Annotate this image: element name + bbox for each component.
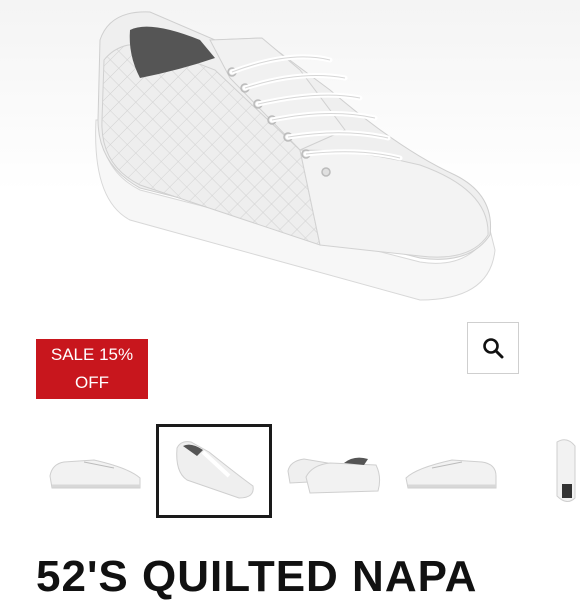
sneaker-thumbnail-image <box>556 439 576 502</box>
thumbnail-5[interactable] <box>552 424 580 518</box>
sneaker-thumbnail-image <box>49 459 141 489</box>
thumbnail-strip <box>0 424 580 520</box>
thumbnail-4[interactable] <box>398 424 506 518</box>
search-icon <box>483 338 504 359</box>
sneaker-thumbnail-image <box>287 457 381 494</box>
sneaker-thumbnail-image <box>176 441 254 499</box>
thumbnail-3[interactable] <box>282 424 386 518</box>
sneaker-illustration <box>95 11 496 301</box>
thumbnail-2[interactable] <box>156 424 272 518</box>
sneaker-thumbnail-image <box>405 459 497 489</box>
product-hero-image <box>0 0 580 320</box>
sale-badge: SALE 15% OFF <box>36 339 148 399</box>
product-title: 52'S QUILTED NAPA <box>36 552 478 601</box>
sale-badge-line2: OFF <box>75 373 109 392</box>
sale-badge-line1: SALE 15% <box>50 345 134 364</box>
thumbnail-1[interactable] <box>40 424 148 518</box>
zoom-button[interactable] <box>467 322 519 374</box>
